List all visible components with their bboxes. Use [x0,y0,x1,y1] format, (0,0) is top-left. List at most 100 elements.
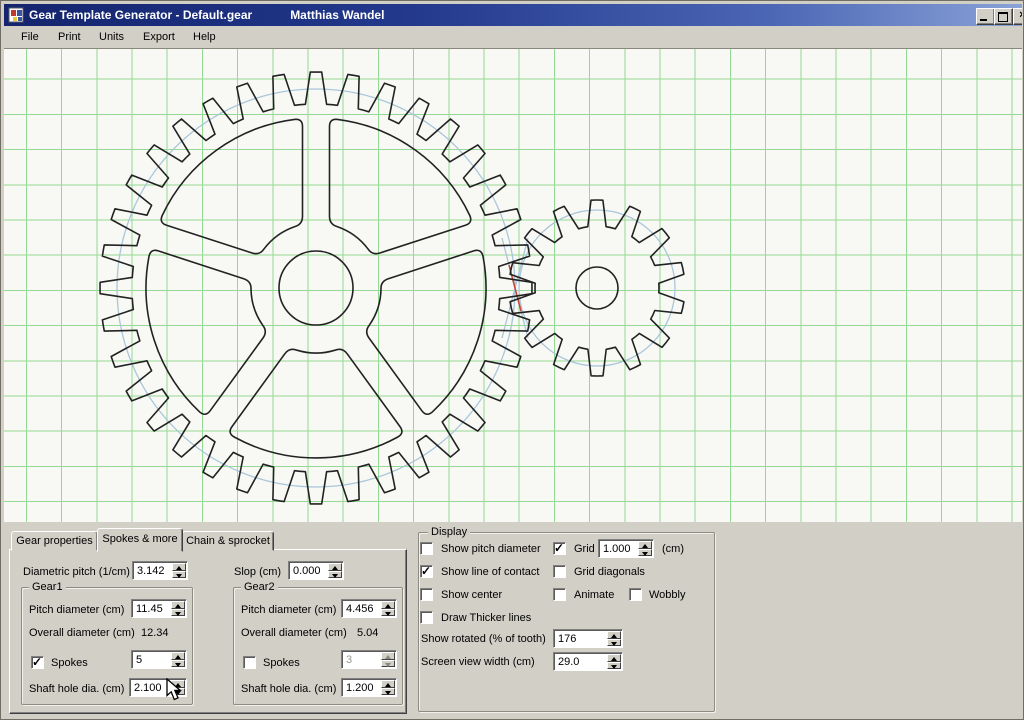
spin-up-button[interactable] [172,563,186,571]
gear1-shaft-hole-value[interactable]: 2.100 [134,680,170,696]
wobbly-label: Wobbly [649,589,685,601]
gear2-shaft-hole-spinner[interactable]: 1.200 [341,678,397,697]
grid-size-value[interactable]: 1.000 [603,541,637,557]
screen-view-width-value[interactable]: 29.0 [558,654,606,670]
spin-down-button[interactable] [607,639,621,647]
screen-view-width-spinner[interactable]: 29.0 [553,652,623,671]
spin-down-button[interactable] [381,688,395,696]
gear2-spokes-label: Spokes [263,657,300,669]
gear1-overall-diameter-label: Overall diameter (cm) [29,627,135,639]
gear2-pitch-diameter-spinner[interactable]: 4.456 [341,599,397,618]
spin-up-button[interactable] [328,563,342,571]
menu-bar: File Print Units Export Help [4,26,1022,48]
spin-up-button[interactable] [381,601,395,609]
menu-help[interactable]: Help [190,30,219,44]
grid-label: Grid [574,543,595,555]
gear1-pitch-diameter-label: Pitch diameter (cm) [29,604,124,616]
tab-spokes-and-more[interactable]: Spokes & more [97,528,183,552]
spin-down-button[interactable] [381,609,395,617]
grid-size-spinner[interactable]: 1.000 [598,539,654,558]
spin-down-button[interactable] [171,609,185,617]
menu-export[interactable]: Export [140,30,178,44]
gear2-overall-diameter-value: 5.04 [357,627,378,639]
gear2-spokes-value[interactable]: 3 [346,652,380,668]
spin-down-button[interactable] [328,571,342,579]
spin-up-button[interactable] [638,541,652,549]
diametric-pitch-label: Diametric pitch (1/cm) [23,566,130,578]
close-icon: × [1014,9,1022,22]
minimize-button[interactable] [976,8,995,25]
spin-up-button[interactable] [171,601,185,609]
gear2-groupbox-title: Gear2 [241,581,278,593]
show-rotated-label: Show rotated (% of tooth) [421,633,546,645]
spin-down-button[interactable] [381,660,395,668]
show-pitch-diameter-checkbox[interactable] [420,542,433,555]
slop-spinner[interactable]: 0.000 [288,561,344,580]
display-groupbox-title: Display [428,526,470,538]
gear-template-generator-window: { "window": { "title": "Gear Template Ge… [0,0,1024,720]
gear1-spokes-value[interactable]: 5 [136,652,170,668]
grid-diagonals-label: Grid diagonals [574,566,645,578]
gear2-spokes-spinner[interactable]: 3 [341,650,397,669]
spin-down-button[interactable] [638,549,652,557]
spin-up-button[interactable] [171,652,185,660]
tab-gear-properties[interactable]: Gear properties [11,531,98,551]
show-pitch-diameter-label: Show pitch diameter [441,543,541,555]
grid-unit-label: (cm) [662,543,684,555]
tab-label: Chain & sprocket [186,535,270,547]
show-rotated-value[interactable]: 176 [558,631,606,647]
menu-units[interactable]: Units [96,30,127,44]
diametric-pitch-value[interactable]: 3.142 [137,563,171,579]
mouse-cursor [166,678,186,703]
gear1-spokes-spinner[interactable]: 5 [131,650,187,669]
spin-down-button[interactable] [171,660,185,668]
draw-thicker-lines-label: Draw Thicker lines [441,612,531,624]
gear1-pitch-diameter-value[interactable]: 11.45 [136,601,170,617]
show-line-of-contact-label: Show line of contact [441,566,539,578]
spin-up-button[interactable] [607,654,621,662]
app-icon [8,7,24,23]
show-rotated-spinner[interactable]: 176 [553,629,623,648]
menu-file[interactable]: File [18,30,42,44]
spin-up-button[interactable] [381,652,395,660]
gear-drawing [4,49,1022,522]
window-title: Gear Template Generator - Default.gear [29,8,252,22]
gear1-spokes-checkbox[interactable] [31,656,44,669]
spin-up-button[interactable] [381,680,395,688]
gear2-pitch-diameter-value[interactable]: 4.456 [346,601,380,617]
title-bar: Gear Template Generator - Default.gear M… [4,4,1022,26]
gear2-spokes-checkbox[interactable] [243,656,256,669]
show-line-of-contact-checkbox[interactable] [420,565,433,578]
show-center-label: Show center [441,589,502,601]
gear1-groupbox-title: Gear1 [29,581,66,593]
draw-thicker-lines-checkbox[interactable] [420,611,433,624]
gear1-shaft-hole-label: Shaft hole dia. (cm) [29,683,124,695]
screen-view-width-label: Screen view width (cm) [421,656,535,668]
wobbly-checkbox[interactable] [629,588,642,601]
spin-up-button[interactable] [607,631,621,639]
gear2-pitch-diameter-label: Pitch diameter (cm) [241,604,336,616]
show-center-checkbox[interactable] [420,588,433,601]
grid-diagonals-checkbox[interactable] [553,565,566,578]
gear1-overall-diameter-value: 12.34 [141,627,169,639]
tab-chain-and-sprocket[interactable]: Chain & sprocket [182,531,274,551]
grid-checkbox[interactable] [553,542,566,555]
close-button[interactable]: × [1013,8,1022,25]
gear2-shaft-hole-label: Shaft hole dia. (cm) [241,683,336,695]
slop-label: Slop (cm) [234,566,281,578]
menu-print[interactable]: Print [55,30,84,44]
gear1-spokes-label: Spokes [51,657,88,669]
maximize-icon [998,12,1008,22]
gear2-shaft-hole-value[interactable]: 1.200 [346,680,380,696]
minimize-icon [980,19,987,21]
maximize-button[interactable] [994,8,1013,25]
tab-label: Gear properties [16,535,92,547]
slop-value[interactable]: 0.000 [293,563,327,579]
spin-down-button[interactable] [607,662,621,670]
spin-down-button[interactable] [172,571,186,579]
gear1-pitch-diameter-spinner[interactable]: 11.45 [131,599,187,618]
animate-label: Animate [574,589,614,601]
window-owner: Matthias Wandel [290,8,384,22]
animate-checkbox[interactable] [553,588,566,601]
diametric-pitch-spinner[interactable]: 3.142 [132,561,188,580]
